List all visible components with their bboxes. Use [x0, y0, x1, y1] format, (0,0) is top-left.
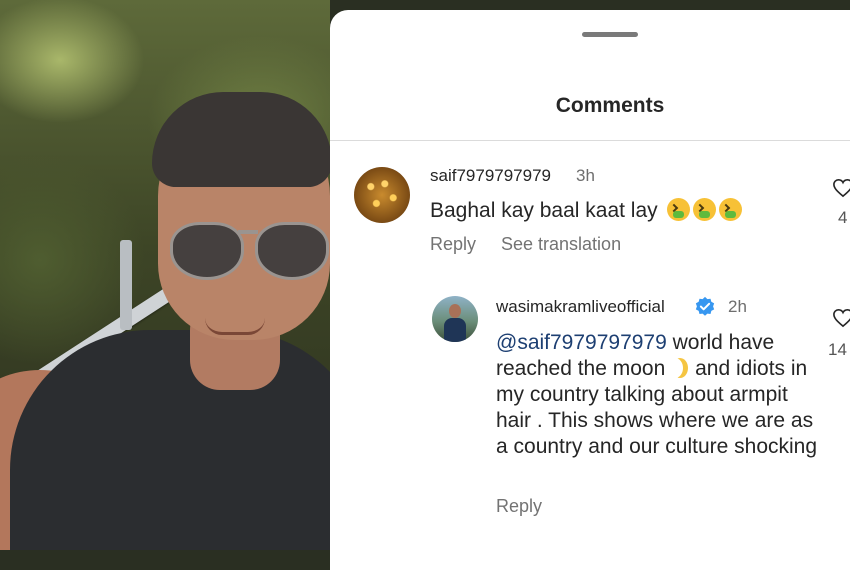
- see-translation-button[interactable]: See translation: [501, 234, 621, 255]
- smile: [205, 318, 265, 335]
- sunglasses-bridge: [238, 230, 258, 234]
- comment-time: 3h: [576, 166, 595, 185]
- hair: [152, 92, 330, 187]
- moon-emoji: [667, 358, 683, 378]
- comment-time: 2h: [728, 297, 747, 316]
- sheet-title: Comments: [555, 94, 665, 117]
- heart-icon[interactable]: [832, 178, 850, 198]
- nauseated-face-emoji: [666, 198, 690, 221]
- avatar[interactable]: [354, 167, 410, 223]
- comment-username[interactable]: saif7979797979: [430, 166, 551, 186]
- avatar[interactable]: [432, 296, 478, 342]
- verified-badge-icon: [695, 296, 715, 316]
- header-divider: [330, 140, 850, 141]
- mention-link[interactable]: @saif7979797979: [496, 331, 667, 354]
- avatar-figure-body: [444, 318, 466, 342]
- post-photo: [0, 0, 330, 550]
- avatar-figure-head: [449, 304, 461, 318]
- sheet-drag-handle[interactable]: [582, 32, 638, 37]
- comment-text: @saif7979797979 world have reached the m…: [496, 330, 826, 460]
- reply-button[interactable]: Reply: [430, 234, 476, 255]
- comments-sheet: Comments saif7979797979 3h Baghal kay ba…: [330, 10, 850, 570]
- tank-top: [10, 330, 330, 550]
- reply-button[interactable]: Reply: [496, 496, 542, 517]
- nauseated-face-emoji: [692, 198, 716, 221]
- sunglasses-lens-right: [255, 222, 329, 280]
- heart-icon[interactable]: [832, 308, 850, 328]
- comment-username[interactable]: wasimakramliveofficial: [496, 297, 665, 317]
- like-count: 14: [828, 340, 847, 359]
- comment-text-body: Baghal kay baal kaat lay: [430, 199, 658, 222]
- comment-text: Baghal kay baal kaat lay: [430, 198, 742, 223]
- railing-post: [120, 240, 132, 330]
- nauseated-face-emoji: [718, 198, 742, 221]
- sunglasses-lens-left: [170, 222, 244, 280]
- like-count: 4: [838, 208, 848, 227]
